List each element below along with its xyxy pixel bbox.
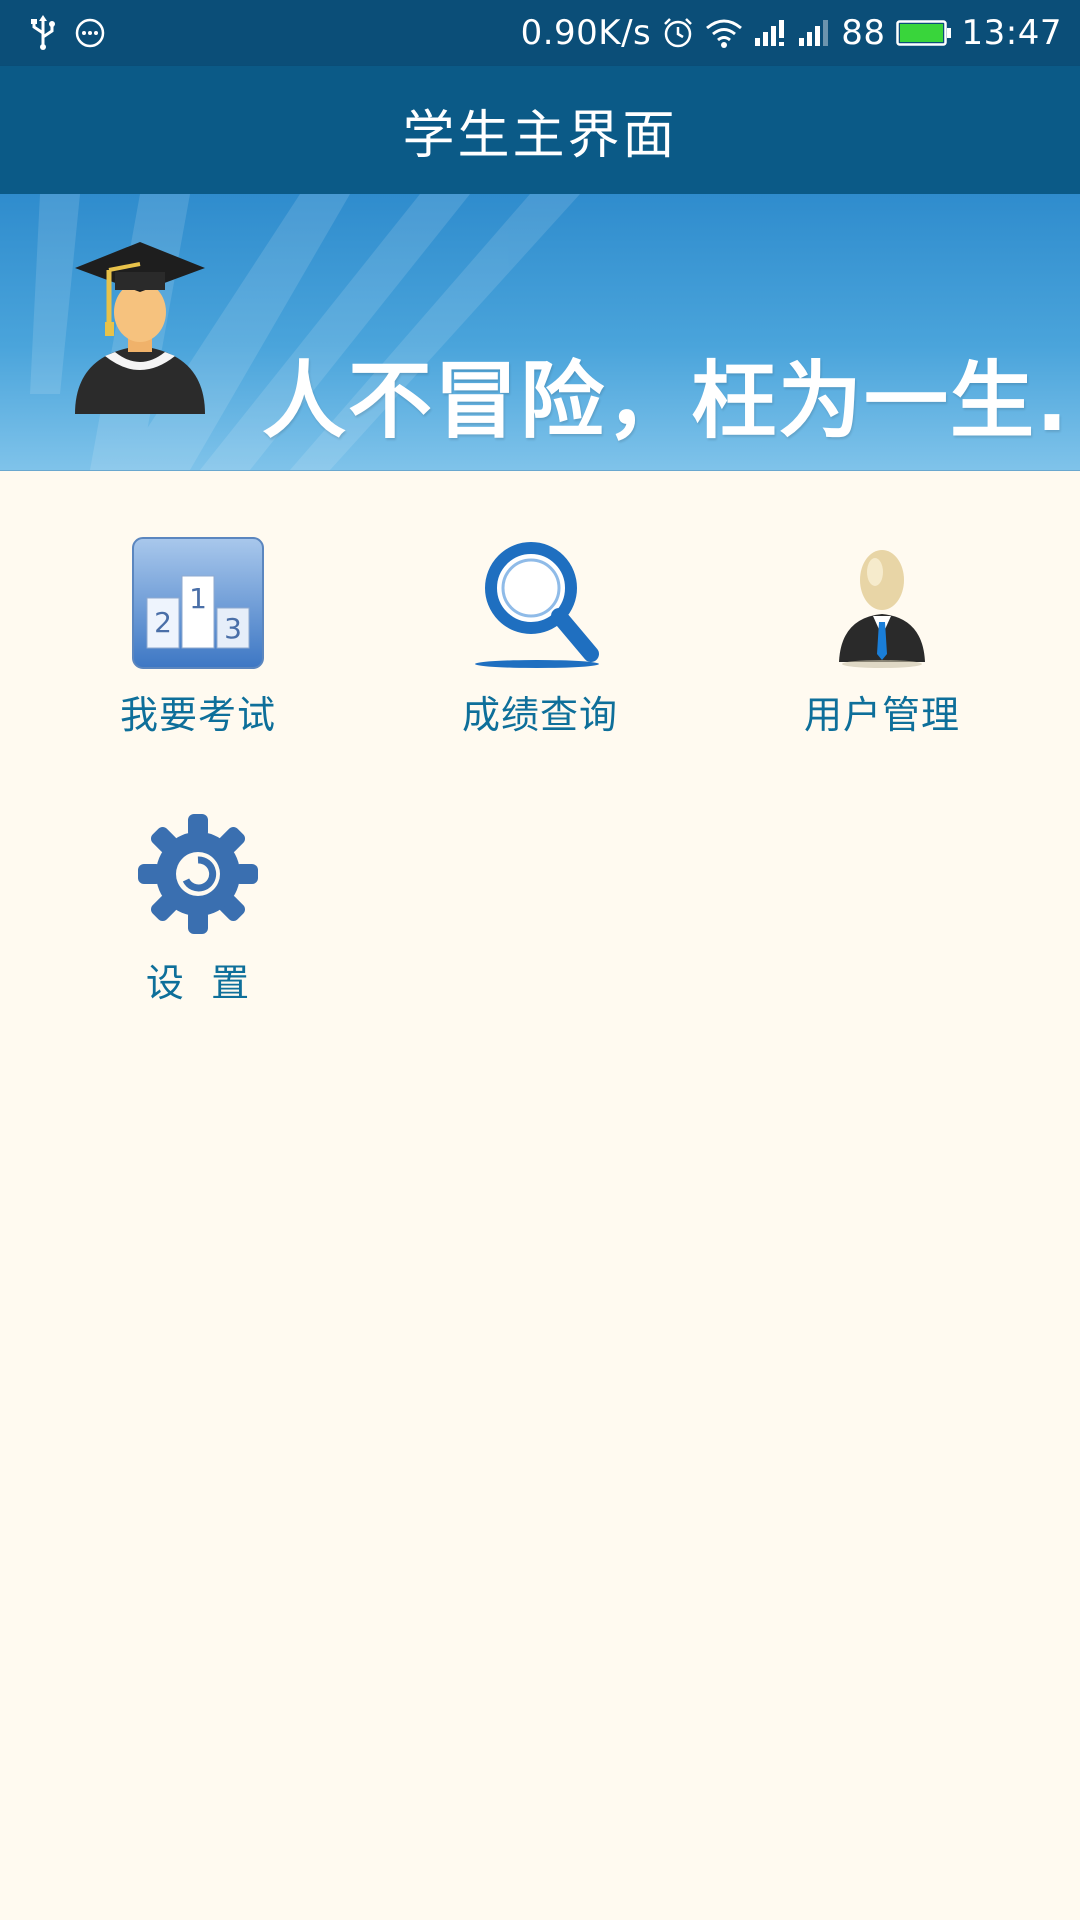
- podium-icon: 2 1 3: [28, 536, 368, 670]
- battery-level: 88: [841, 13, 886, 53]
- alarm-icon: [661, 16, 695, 50]
- magnifier-icon: [370, 536, 710, 670]
- menu-item-label: 用户管理: [803, 693, 960, 737]
- signal-icon: [753, 18, 787, 48]
- status-bar-left: [28, 15, 106, 51]
- network-speed: 0.90K/s: [520, 13, 652, 53]
- menu-item-settings[interactable]: 设 置: [28, 810, 368, 1007]
- menu-item-label: 设 置: [145, 961, 251, 1005]
- menu-item-label: 成绩查询: [461, 693, 618, 737]
- battery-icon: [895, 19, 952, 47]
- banner: 人不冒险，枉为一生.: [0, 194, 1080, 471]
- wifi-icon: [705, 17, 743, 49]
- menu-item-user-management[interactable]: 用户管理: [712, 536, 1052, 739]
- status-bar-right: 0.90K/s 88 13:47: [521, 13, 1062, 53]
- status-bar: 0.90K/s 88 13:47: [0, 0, 1080, 66]
- banner-slogan: 人不冒险，枉为一生.: [262, 352, 1070, 450]
- menu-item-exam[interactable]: 2 1 3 我要考试: [28, 536, 368, 739]
- usb-icon: [28, 15, 58, 51]
- gear-icon: [28, 810, 368, 938]
- menu-item-score-query[interactable]: 成绩查询: [370, 536, 710, 739]
- user-icon: [712, 536, 1052, 670]
- more-icon: [74, 17, 106, 49]
- title-bar: 学生主界面: [0, 66, 1080, 194]
- svg-text:2: 2: [154, 606, 172, 639]
- svg-text:1: 1: [189, 582, 207, 615]
- menu-item-label: 我要考试: [119, 693, 276, 737]
- graduate-avatar-icon: [65, 234, 215, 428]
- svg-text:3: 3: [224, 612, 242, 645]
- signal-2-icon: [797, 18, 831, 48]
- page-title: 学生主界面: [402, 105, 678, 166]
- clock: 13:47: [961, 13, 1062, 53]
